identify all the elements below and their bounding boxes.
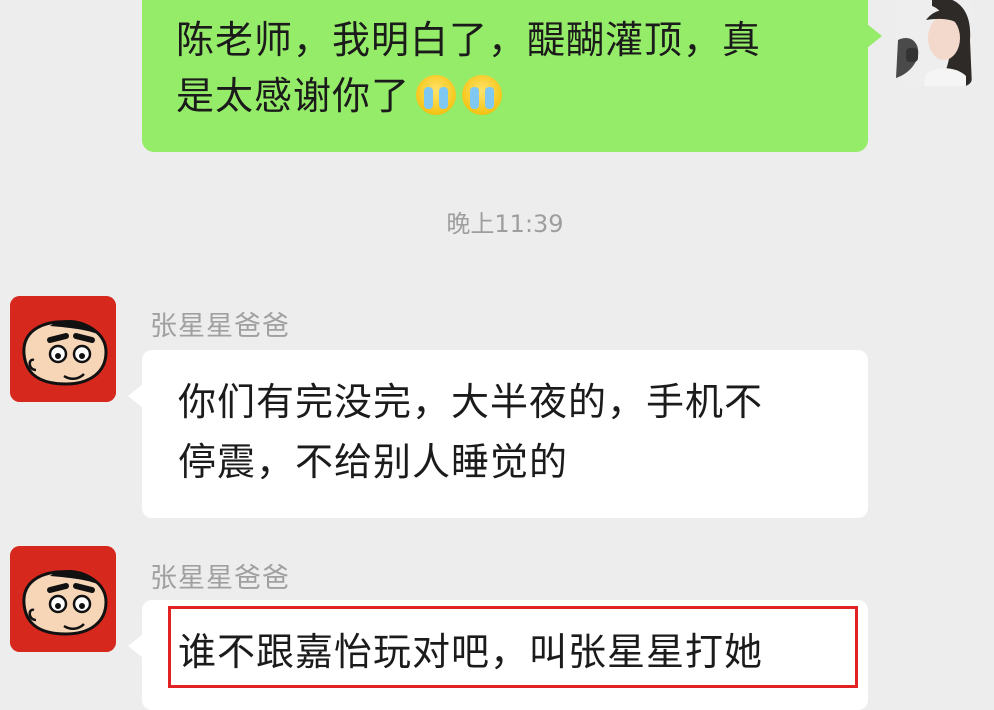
sender-avatar[interactable]	[10, 546, 116, 652]
cartoon-avatar-icon	[10, 296, 116, 402]
crying-face-icon	[462, 75, 503, 115]
self-avatar[interactable]	[896, 0, 972, 86]
incoming-message-bubble[interactable]: 你们有完没完，大半夜的，手机不 停震，不给别人睡觉的	[128, 350, 868, 518]
cartoon-avatar-icon	[10, 546, 116, 652]
incoming-message-text: 谁不跟嘉怡玩对吧，叫张星星打她	[178, 630, 764, 674]
crying-face-icon	[416, 75, 457, 115]
incoming-message-text: 你们有完没完，大半夜的，手机不 停震，不给别人睡觉的	[178, 380, 764, 484]
sender-name: 张星星爸爸	[150, 311, 290, 342]
sender-avatar[interactable]	[10, 296, 116, 402]
chat-view: 陈老师，我明白了，醍醐灌顶，真 是太感谢你了 晚上11:39 张星星爸爸 你们有…	[0, 0, 994, 710]
outgoing-message-bubble[interactable]: 陈老师，我明白了，醍醐灌顶，真 是太感谢你了	[142, 0, 882, 152]
message-timestamp: 晚上11:39	[446, 210, 564, 238]
self-avatar-photo	[896, 0, 972, 86]
sender-name: 张星星爸爸	[150, 563, 290, 594]
